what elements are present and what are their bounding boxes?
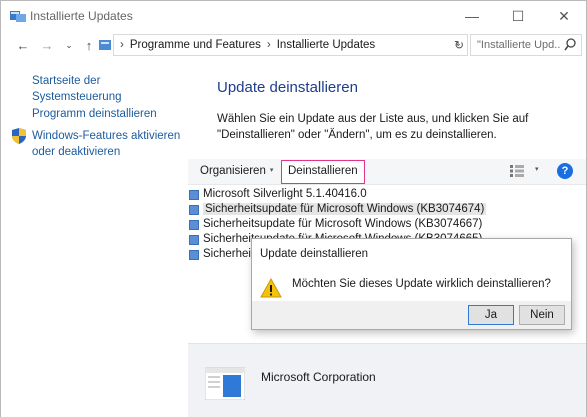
address-bar[interactable]: › Programme und Features › Installierte Upd…	[113, 34, 468, 56]
search-box[interactable]: "Installierte Upd...	[470, 34, 582, 56]
list-item[interactable]: Sicherheitsupdate für Microsoft Windows …	[188, 217, 586, 232]
update-icon	[189, 205, 199, 215]
list-item-selected[interactable]: Sicherheitsupdate für Microsoft Windows …	[188, 202, 586, 217]
no-button[interactable]: Nein	[519, 305, 565, 325]
windows-features-link[interactable]: Windows-Features aktivieren oder deaktiv…	[32, 128, 182, 160]
view-options-icon[interactable]	[510, 165, 524, 177]
organize-button[interactable]: Organisieren ▾	[200, 165, 273, 177]
details-pane: Microsoft Corporation	[188, 343, 586, 417]
update-icon	[189, 250, 199, 260]
update-name: Microsoft Silverlight 5.1.40416.0	[203, 188, 367, 200]
organize-label: Organisieren	[200, 165, 266, 177]
update-icon	[189, 235, 199, 245]
breadcrumb-separator: ›	[266, 39, 271, 51]
close-icon: ✕	[558, 7, 570, 24]
minimize-icon: —	[465, 8, 479, 24]
recent-locations-button[interactable]: ⌄	[61, 35, 77, 55]
dialog-message: Möchten Sie dieses Update wirklich deins…	[292, 278, 551, 290]
back-arrow-icon: ←	[16, 37, 30, 53]
update-icon	[189, 190, 199, 200]
breadcrumb: › Programme und Features › Installierte Upd…	[120, 39, 375, 51]
title-bar: Installierte Updates — ☐ ✕	[1, 1, 586, 31]
control-panel-icon	[99, 40, 111, 50]
search-input[interactable]: "Installierte Upd...	[477, 39, 561, 51]
update-package-icon	[205, 367, 245, 400]
uninstall-button[interactable]: Deinstallieren	[281, 160, 365, 184]
window-title: Installierte Updates	[30, 9, 133, 23]
address-row: ← → ⌄ ↑ › Programme und Features › Installi…	[1, 31, 586, 59]
update-icon	[189, 220, 199, 230]
uninstall-confirmation-dialog: Update deinstallieren Möchten Sie dieses…	[251, 238, 572, 330]
search-icon	[564, 38, 576, 51]
control-panel-window: Installierte Updates — ☐ ✕ ← → ⌄ ↑ › Prog…	[0, 0, 587, 417]
command-bar: Organisieren ▾ Deinstallieren ▾ ?	[188, 159, 586, 185]
help-button[interactable]: ?	[557, 163, 573, 179]
task-pane: Startseite der Systemsteuerung Programm …	[1, 59, 188, 417]
chevron-down-icon: ⌄	[65, 39, 73, 50]
list-item[interactable]: Microsoft Silverlight 5.1.40416.0	[188, 187, 586, 202]
up-button[interactable]: ↑	[81, 35, 97, 55]
control-panel-home-link[interactable]: Startseite der Systemsteuerung	[32, 73, 188, 105]
view-dropdown-icon[interactable]: ▾	[535, 165, 539, 173]
refresh-button[interactable]: ↻	[449, 34, 469, 56]
shield-icon	[12, 128, 26, 144]
breadcrumb-programs-features[interactable]: Programme und Features	[130, 39, 261, 51]
dialog-title: Update deinstallieren	[260, 248, 369, 260]
minimize-button[interactable]: —	[449, 1, 495, 31]
dialog-button-bar: Ja Nein	[252, 301, 571, 329]
yes-button[interactable]: Ja	[468, 305, 514, 325]
page-title: Update deinstallieren	[217, 79, 358, 96]
chevron-down-icon: ▾	[269, 167, 274, 174]
publisher-name: Microsoft Corporation	[261, 370, 376, 384]
page-description: Wählen Sie ein Update aus der Liste aus,…	[217, 113, 529, 141]
back-button[interactable]: ←	[15, 35, 31, 55]
maximize-button[interactable]: ☐	[495, 1, 541, 31]
close-button[interactable]: ✕	[541, 1, 587, 31]
installed-updates-icon	[10, 11, 26, 22]
forward-arrow-icon: →	[40, 37, 54, 53]
update-name: Sicherheitsupdate für Microsoft Windows …	[203, 218, 483, 230]
update-name: Sicherheitsupdate für Microsoft Windows …	[203, 203, 487, 215]
breadcrumb-separator: ›	[120, 39, 124, 51]
forward-button[interactable]: →	[39, 35, 55, 55]
uninstall-program-link[interactable]: Programm deinstallieren	[32, 106, 157, 122]
warning-icon	[260, 278, 282, 298]
up-arrow-icon: ↑	[85, 37, 93, 53]
refresh-icon: ↻	[453, 38, 465, 52]
maximize-icon: ☐	[511, 7, 525, 24]
breadcrumb-installed-updates[interactable]: Installierte Updates	[277, 39, 375, 51]
